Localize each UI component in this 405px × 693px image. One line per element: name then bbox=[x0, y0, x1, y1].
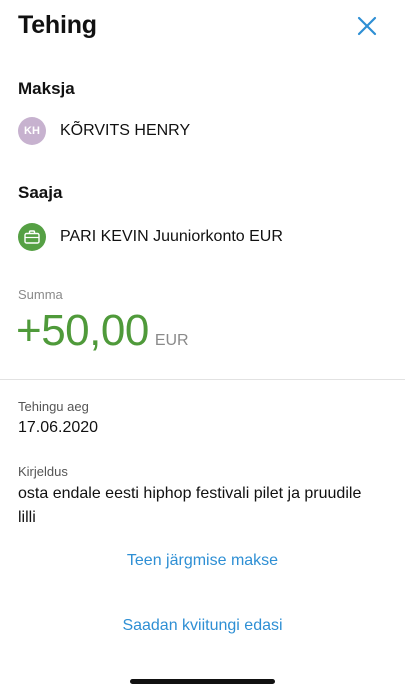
close-icon bbox=[357, 16, 377, 36]
page-title: Tehing bbox=[18, 11, 97, 39]
divider bbox=[0, 379, 405, 380]
briefcase-icon bbox=[24, 230, 40, 244]
amount-value: +50,00 bbox=[16, 306, 149, 355]
description-value: osta endale eesti hiphop festivali pilet… bbox=[18, 485, 362, 526]
description-label: Kirjeldus bbox=[18, 464, 68, 479]
forward-receipt-button[interactable]: Saadan kviitungi edasi bbox=[0, 617, 405, 635]
transaction-time-label: Tehingu aeg bbox=[18, 399, 89, 414]
close-button[interactable] bbox=[355, 14, 379, 38]
payee-name: PARI KEVIN Juuniorkonto EUR bbox=[60, 228, 283, 245]
header: Tehing bbox=[0, 0, 405, 56]
payer-label: Maksja bbox=[18, 79, 75, 98]
next-payment-button[interactable]: Teen järgmise makse bbox=[0, 552, 405, 570]
payee-label: Saaja bbox=[18, 183, 63, 202]
payee-avatar bbox=[18, 223, 46, 251]
transaction-time-value: 17.06.2020 bbox=[18, 419, 99, 436]
home-indicator bbox=[130, 679, 275, 684]
amount-label: Summa bbox=[18, 287, 63, 302]
amount-row: +50,00 EUR bbox=[16, 306, 189, 356]
amount-currency: EUR bbox=[154, 332, 189, 349]
payee-row: PARI KEVIN Juuniorkonto EUR bbox=[18, 221, 283, 253]
payer-avatar: KH bbox=[18, 117, 46, 145]
payer-row: KH KÕRVITS HENRY bbox=[18, 115, 190, 147]
payer-name: KÕRVITS HENRY bbox=[60, 122, 191, 139]
